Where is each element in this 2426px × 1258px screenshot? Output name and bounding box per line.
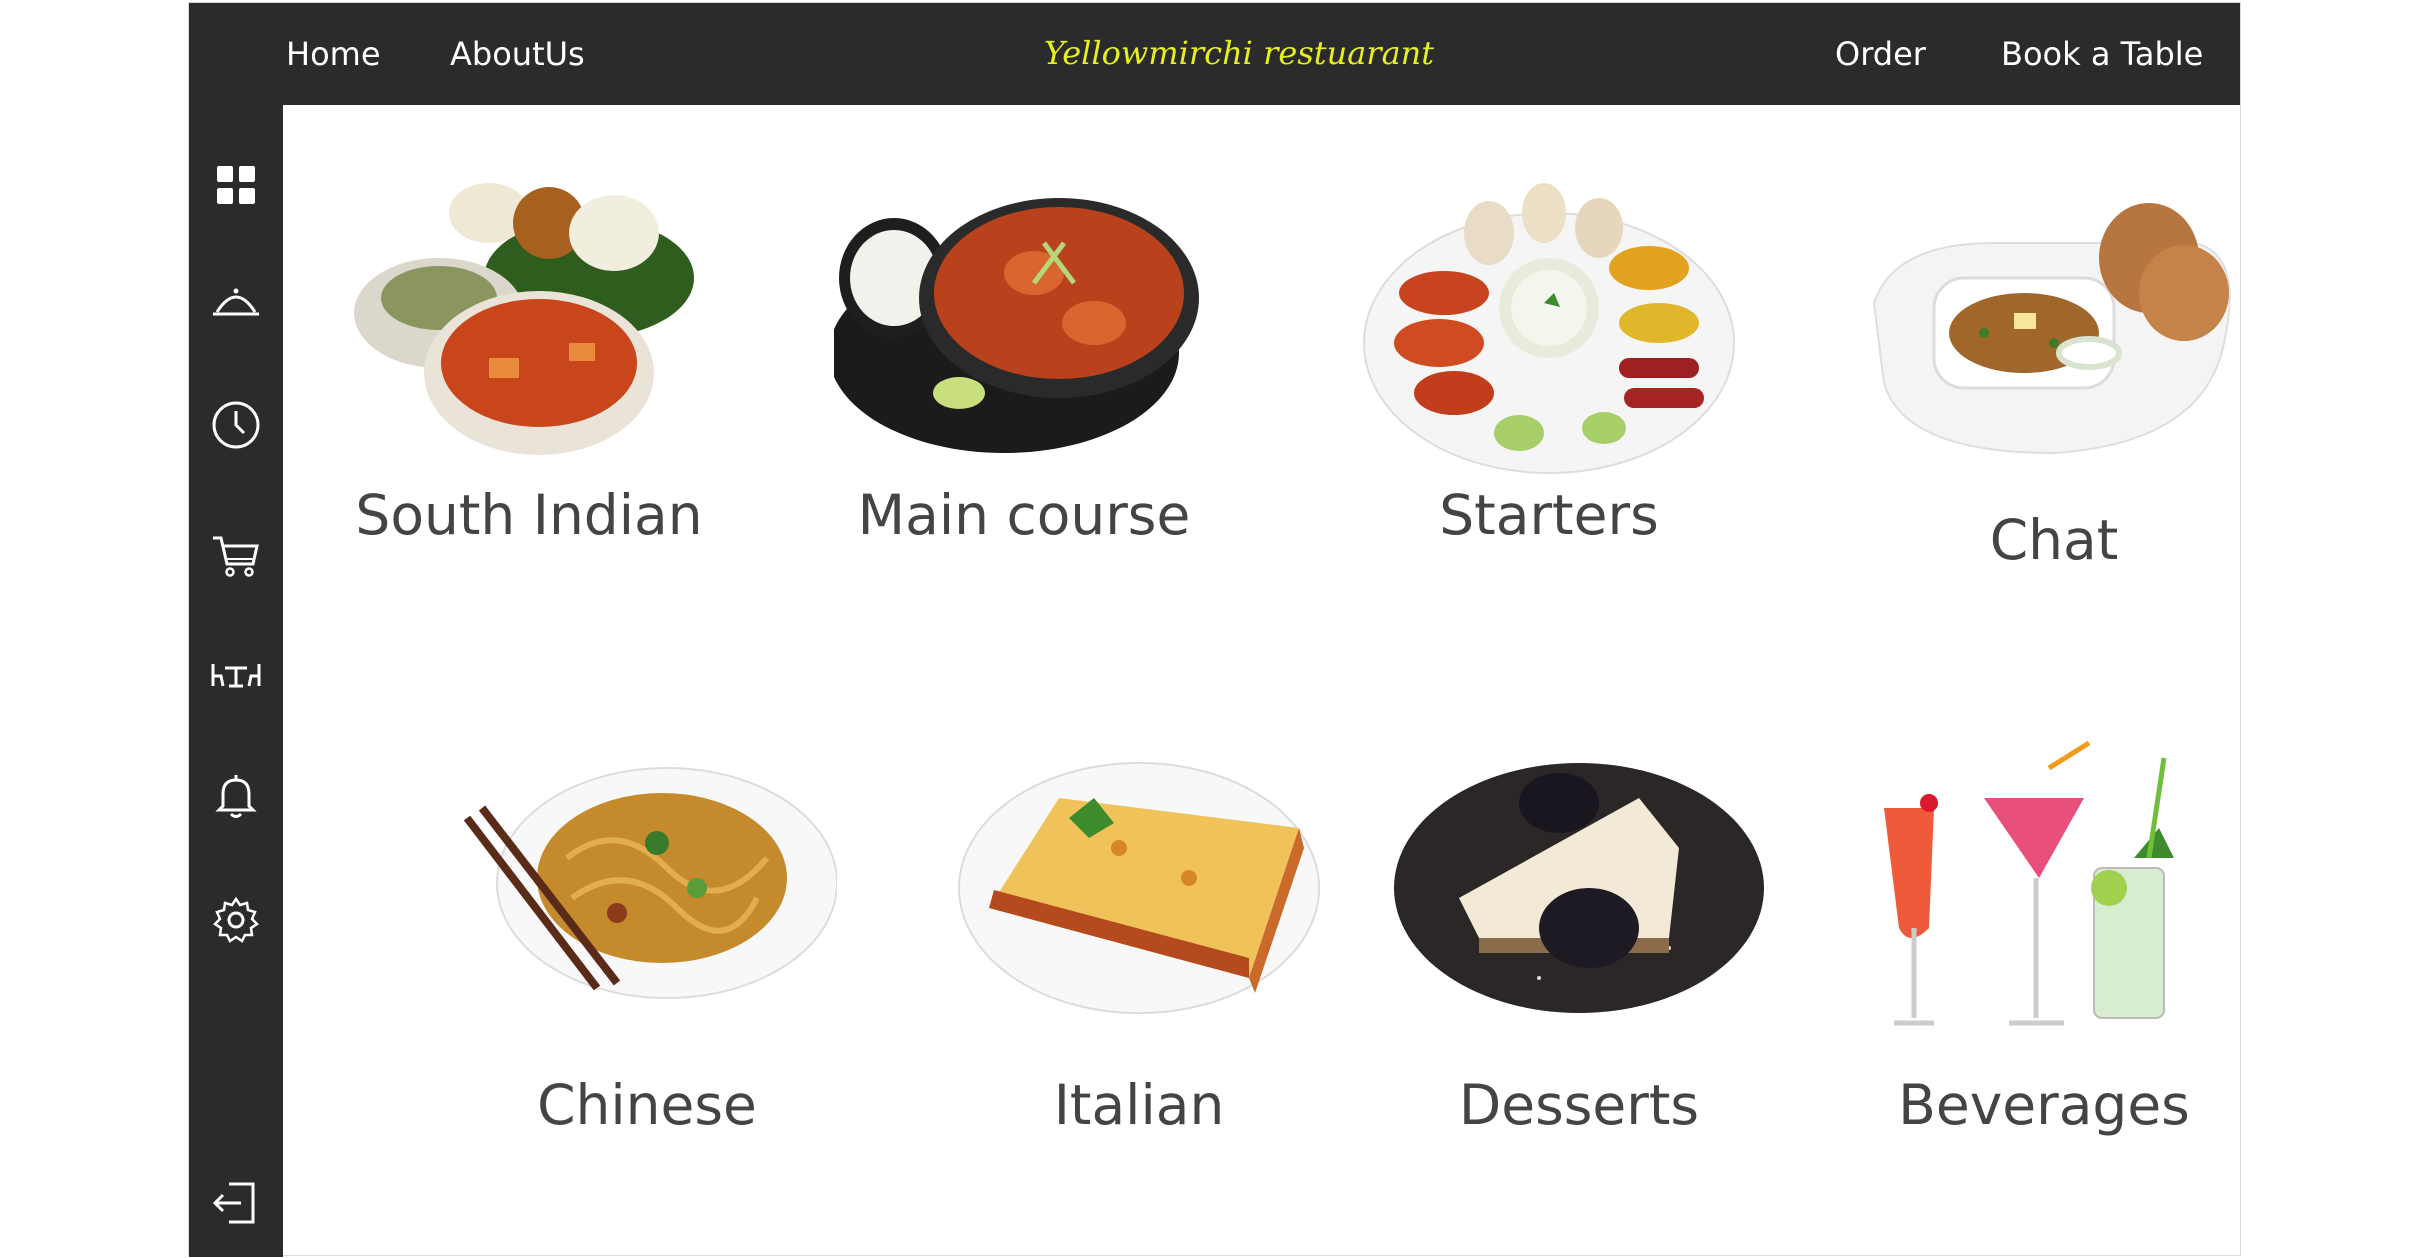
category-label: Desserts: [1458, 1073, 1700, 1137]
nav-home-link[interactable]: Home: [286, 29, 381, 79]
nav-about-us-link[interactable]: AboutUs: [450, 29, 585, 79]
category-chat[interactable]: Chat: [1844, 183, 2264, 643]
sidebar-notifications-button[interactable]: [206, 765, 266, 825]
category-label: Beverages: [1898, 1073, 2190, 1137]
sidebar-menu-button[interactable]: [206, 273, 266, 333]
category-main-course[interactable]: Main course: [814, 183, 1234, 643]
category-beverages[interactable]: Beverages: [1834, 738, 2254, 1198]
category-italian[interactable]: Italian: [929, 738, 1349, 1198]
sign-out-icon: [212, 1182, 255, 1224]
category-chinese[interactable]: Chinese: [437, 738, 857, 1198]
brand-title: Yellowmirchi restuarant: [1043, 34, 1435, 72]
main-course-curry-image: [834, 198, 1199, 453]
gear-icon: [213, 896, 259, 943]
dessert-cheesecake-image: [1394, 763, 1764, 1013]
category-label: South Indian: [355, 483, 703, 547]
nav-book-table-link[interactable]: Book a Table: [2001, 29, 2203, 79]
south-indian-dish-image: [354, 183, 694, 455]
sidebar-cart-button[interactable]: [206, 525, 266, 585]
chat-pav-bhaji-image: [1872, 203, 2231, 455]
category-starters[interactable]: Starters: [1339, 183, 1759, 643]
top-navigation-bar: Home AboutUs Yellowmirchi restuarant Ord…: [189, 3, 2240, 105]
table-icon: [211, 664, 261, 688]
category-label: Chinese: [537, 1073, 757, 1137]
sidebar-logout-button[interactable]: [206, 1173, 266, 1233]
beverages-cocktails-image: [1884, 740, 2174, 1026]
sidebar-settings-button[interactable]: [206, 890, 266, 950]
sidebar-history-button[interactable]: [206, 395, 266, 455]
cart-icon: [213, 536, 259, 577]
clock-icon: [212, 401, 260, 449]
sidebar-booking-button[interactable]: [206, 645, 266, 705]
app-window: Home AboutUs Yellowmirchi restuarant Ord…: [188, 2, 2241, 1257]
category-desserts[interactable]: Desserts: [1369, 738, 1789, 1198]
category-label: Main course: [857, 483, 1191, 547]
grid-icon: [217, 166, 255, 204]
category-label: Starters: [1439, 483, 1659, 547]
sidebar-dashboard-button[interactable]: [206, 155, 266, 215]
italian-lasagna-image: [958, 762, 1320, 1014]
bell-icon: [215, 775, 257, 818]
chinese-noodles-image: [463, 767, 837, 999]
category-label: Italian: [1053, 1073, 1225, 1137]
sidebar: [189, 105, 283, 1257]
cloche-icon: [213, 288, 259, 316]
category-south-indian[interactable]: South Indian: [319, 183, 739, 643]
nav-order-link[interactable]: Order: [1835, 29, 1926, 79]
starters-platter-image: [1363, 183, 1735, 474]
category-label: Chat: [1989, 508, 2119, 572]
